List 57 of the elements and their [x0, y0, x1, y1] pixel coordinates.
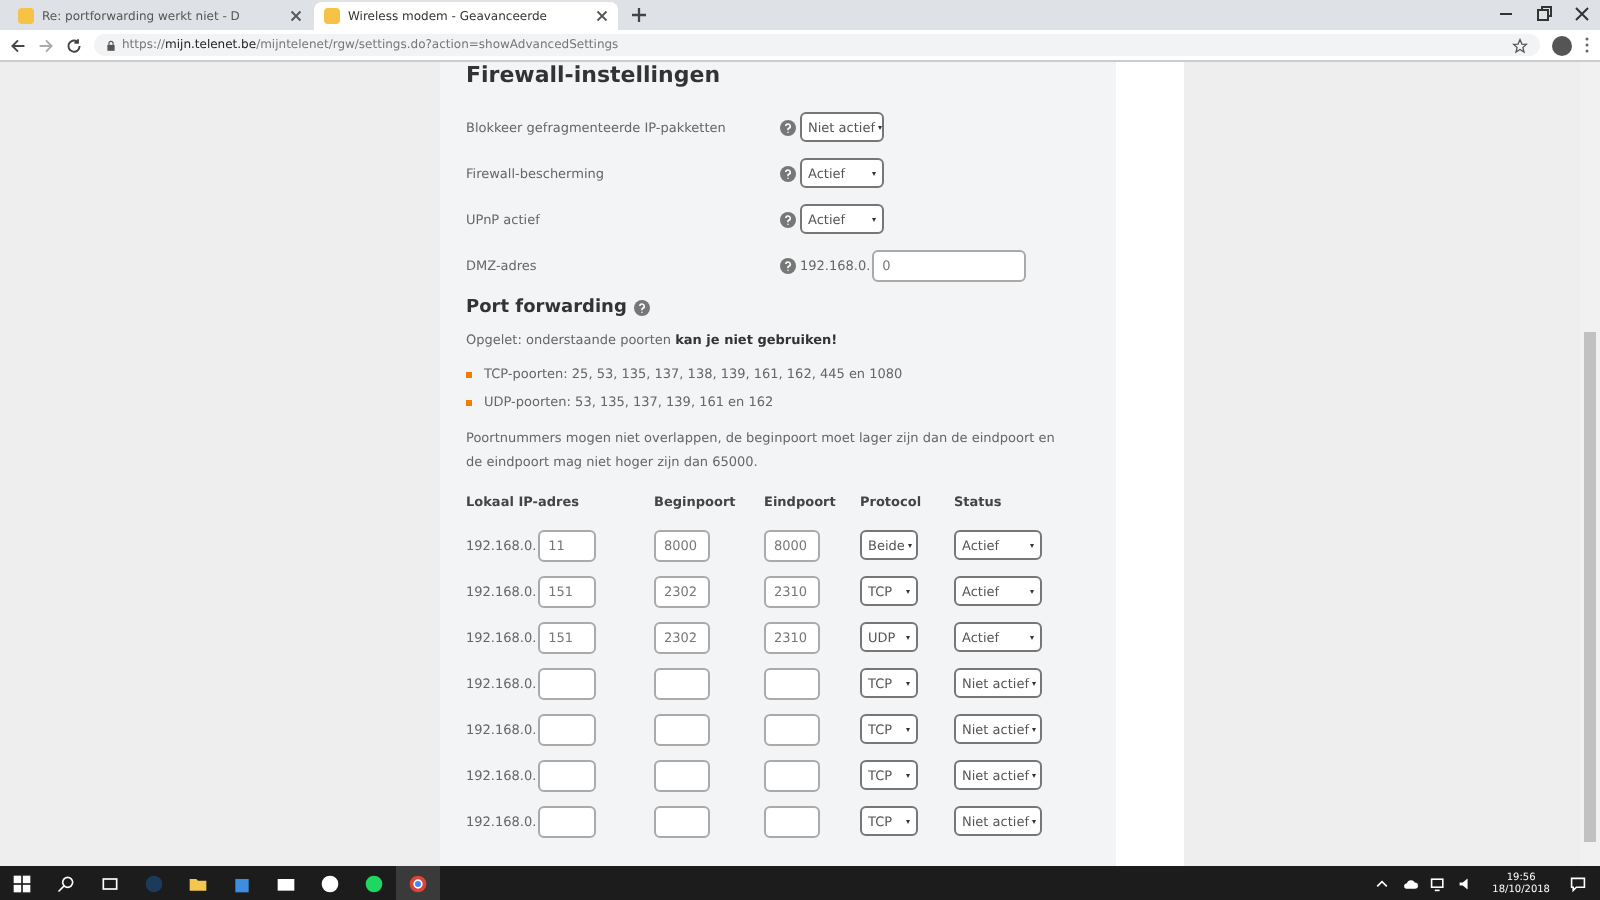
ip-input-field[interactable] [538, 805, 597, 837]
scrollbar-thumb[interactable] [1584, 332, 1596, 842]
help-icon[interactable] [780, 211, 796, 227]
page-icon [18, 8, 34, 24]
network-icon[interactable] [1430, 875, 1447, 891]
menu-icon[interactable] [1584, 36, 1590, 54]
restore-icon[interactable] [1534, 4, 1554, 24]
ip-input-field[interactable] [538, 667, 597, 699]
avatar[interactable] [1552, 35, 1572, 55]
browser-icon[interactable] [396, 866, 440, 900]
help-icon[interactable] [780, 119, 796, 135]
caret-icon [906, 727, 910, 731]
caret-icon [878, 125, 883, 129]
ip-input-field[interactable] [538, 759, 597, 791]
end-port-field[interactable] [764, 759, 820, 791]
begin-port-field[interactable] [654, 759, 710, 791]
notification-icon[interactable] [1570, 875, 1586, 891]
caret-up-icon[interactable] [1374, 875, 1391, 891]
end-port-field[interactable] [764, 805, 820, 837]
begin-port-field[interactable] [654, 667, 710, 699]
cloud-icon[interactable] [1402, 875, 1419, 891]
caret-icon [906, 819, 910, 823]
help-icon[interactable] [634, 300, 651, 316]
new-tab-icon[interactable] [632, 8, 646, 22]
caret-icon [906, 681, 910, 685]
caret-icon [1030, 635, 1034, 639]
page-icon [324, 8, 340, 24]
ip-input-field[interactable] [538, 713, 597, 745]
close-icon[interactable] [290, 10, 302, 22]
star-icon[interactable] [1512, 37, 1528, 53]
caret-icon [908, 543, 913, 547]
section-title: Port forwarding [466, 298, 627, 318]
caret-icon [906, 635, 910, 639]
caret-icon [872, 171, 876, 175]
reload-icon[interactable] [66, 37, 82, 53]
caret-icon [906, 589, 910, 593]
caret-icon [1032, 819, 1037, 823]
caret-icon [906, 773, 910, 777]
end-port-field[interactable] [764, 667, 820, 699]
caret-icon [872, 217, 876, 221]
bullet-icon [466, 371, 472, 377]
help-icon[interactable] [780, 165, 796, 181]
help-icon[interactable] [780, 257, 796, 273]
lock-icon [106, 39, 116, 51]
close-icon[interactable] [596, 10, 608, 22]
caret-icon [1032, 727, 1037, 731]
caret-icon [1032, 773, 1037, 777]
end-port-field[interactable] [764, 713, 820, 745]
section-title: Firewall-instellingen [466, 62, 723, 90]
caret-icon [1032, 681, 1037, 685]
close-icon[interactable] [1572, 4, 1592, 24]
begin-port-field[interactable] [654, 713, 710, 745]
caret-icon [1030, 589, 1034, 593]
back-arrow-icon[interactable] [10, 37, 26, 53]
begin-port-field[interactable] [654, 805, 710, 837]
bullet-icon [466, 399, 472, 405]
caret-icon [1030, 543, 1034, 547]
